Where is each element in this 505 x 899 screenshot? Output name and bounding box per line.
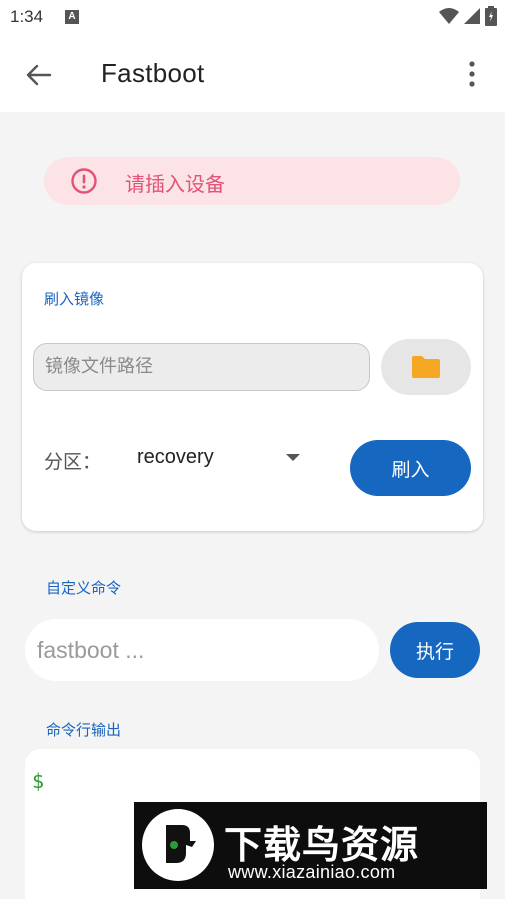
execute-button[interactable]: 执行 xyxy=(390,622,480,678)
watermark-title: 下载鸟资源 xyxy=(224,823,420,867)
overflow-menu-button[interactable] xyxy=(467,56,477,92)
arrow-left-icon xyxy=(26,64,52,86)
shell-prompt: $ xyxy=(32,769,45,793)
flash-section-label: 刷入镜像 xyxy=(44,290,105,308)
wifi-icon xyxy=(439,8,459,24)
flash-image-card: 刷入镜像 镜像文件路径 分区： recovery 刷入 xyxy=(22,263,483,531)
command-input[interactable]: fastboot ... xyxy=(25,619,379,681)
browse-folder-button[interactable] xyxy=(381,339,471,395)
custom-command-label: 自定义命令 xyxy=(46,579,122,597)
alert-text: 请插入设备 xyxy=(125,172,225,196)
watermark-url: www.xiazainiao.com xyxy=(228,862,396,882)
status-icons xyxy=(439,6,497,26)
app-bar: Fastboot xyxy=(0,36,505,112)
signal-icon xyxy=(464,8,480,24)
battery-icon xyxy=(485,6,497,26)
notification-icon: A xyxy=(65,10,79,24)
partition-label: 分区： xyxy=(44,451,102,473)
more-vert-icon xyxy=(469,61,475,87)
watermark-logo-icon xyxy=(142,809,214,881)
partition-select[interactable]: recovery xyxy=(137,446,214,469)
back-button[interactable] xyxy=(22,58,56,92)
page-title: Fastboot xyxy=(101,58,205,88)
device-alert: 请插入设备 xyxy=(44,157,460,205)
flash-button[interactable]: 刷入 xyxy=(350,440,471,496)
status-time: 1:34 xyxy=(10,7,44,26)
dropdown-arrow-icon[interactable] xyxy=(286,454,300,461)
folder-icon xyxy=(412,356,440,378)
error-circle-icon xyxy=(71,168,97,194)
watermark-banner: 下载鸟资源 www.xiazainiao.com xyxy=(134,802,487,889)
image-path-input[interactable]: 镜像文件路径 xyxy=(33,343,370,391)
status-bar: 1:34 A xyxy=(0,0,505,36)
output-label: 命令行输出 xyxy=(46,721,122,739)
